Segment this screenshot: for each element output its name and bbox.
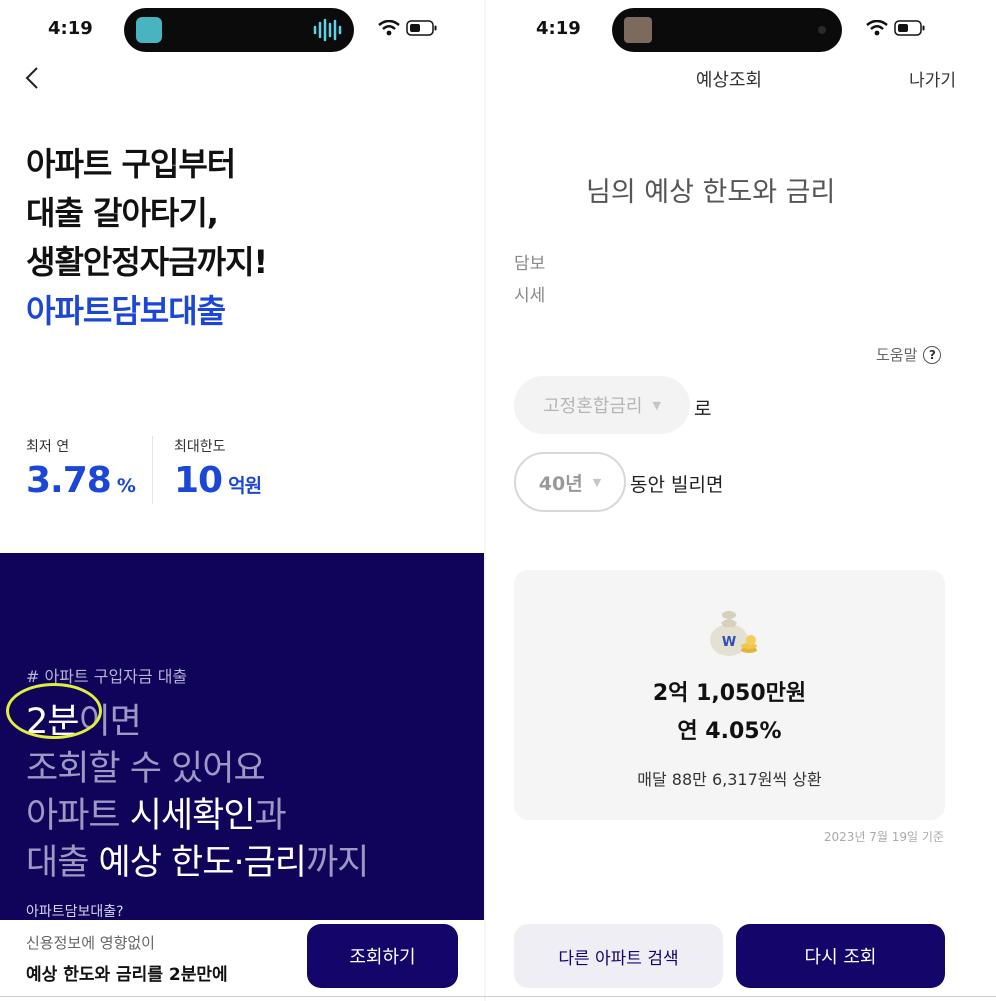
cta-subtext: 신용정보에 영향없이: [26, 934, 155, 952]
back-arrow-icon[interactable]: [22, 66, 44, 90]
promo-line-4-b: 까지: [305, 843, 369, 883]
promo-line-3-b: 과: [254, 796, 287, 836]
max-limit-label: 최대한도: [174, 439, 226, 455]
promo-line-2: 조회할 수 있어요: [26, 749, 266, 789]
highlight-circle-annotation: [6, 683, 102, 739]
max-limit-unit: 억원: [228, 475, 262, 497]
dropdown-caret-icon: ▼: [592, 475, 602, 489]
stat-divider: [152, 436, 153, 504]
result-heading: 님의 예상 한도와 금리: [586, 177, 836, 208]
help-question-icon: ?: [923, 345, 942, 364]
cta-main-text: 예상 한도와 금리를 2분만에: [26, 965, 228, 985]
min-rate-number: 3.78: [26, 460, 112, 501]
max-limit-value: 10 억원: [174, 460, 262, 501]
rate-type-value: 고정혼합금리: [543, 396, 643, 417]
svg-text:W: W: [722, 635, 736, 650]
help-label: 도움말: [876, 346, 918, 364]
market-price-label: 시세: [514, 286, 546, 306]
result-monthly-payment: 매달 88만 6,317원씩 상환: [637, 770, 822, 789]
result-card: W 2억 1,050만원 연 4.05% 매달 88만 6,317원씩 상환: [514, 570, 945, 820]
status-time: 4:19: [48, 18, 93, 39]
min-rate-label: 최저 연: [26, 439, 70, 455]
promo-line-4-a: 대출: [26, 843, 99, 883]
hero-product-name: 아파트담보대출: [26, 292, 226, 330]
status-time: 4:19: [536, 18, 581, 39]
battery-icon: [894, 20, 925, 36]
dynamic-island: [612, 8, 842, 52]
money-bag-icon: W: [710, 611, 757, 656]
left-screen: 4:19 아파트 구입부터 대출 갈아타기, 생활안정자금까지! 아파트담보대출…: [0, 0, 484, 1001]
result-amount: 2억 1,050만원: [652, 681, 807, 706]
frame-bottom-border: [0, 996, 996, 997]
hero-line-2: 대출 갈아타기,: [26, 194, 219, 232]
min-rate-unit: %: [116, 475, 136, 497]
loan-term-select[interactable]: 40년 ▼: [514, 452, 626, 512]
promo-line-3-highlight: 시세확인: [129, 796, 256, 836]
term-suffix: 동안 빌리면: [630, 474, 724, 496]
max-limit-number: 10: [174, 460, 223, 501]
page-title: 예상조회: [695, 70, 763, 91]
exit-button[interactable]: 나가기: [909, 66, 956, 91]
rate-type-select[interactable]: 고정혼합금리 ▼: [514, 376, 690, 434]
promo-line-3: 아파트 시세확인과: [26, 793, 368, 840]
rate-suffix: 로: [694, 398, 712, 420]
result-rate: 연 4.05%: [677, 719, 782, 744]
search-other-apartment-button[interactable]: 다른 아파트 검색: [514, 924, 723, 988]
inquiry-button[interactable]: 조회하기: [307, 924, 458, 988]
dropdown-caret-icon: ▼: [652, 398, 661, 412]
promo-cut-text: 아파트담보대출?: [26, 904, 124, 920]
as-of-date: 2023년 7월 19일 기준: [823, 830, 944, 844]
promo-line-4-highlight: 예상 한도·금리: [98, 843, 307, 883]
hero-line-1: 아파트 구입부터: [26, 145, 236, 183]
audio-wave-icon: [313, 18, 342, 42]
hero-headline: 아파트 구입부터 대출 갈아타기, 생활안정자금까지! 아파트담보대출: [26, 140, 268, 336]
app-activity-icon: [136, 17, 162, 43]
retry-inquiry-button[interactable]: 다시 조회: [736, 924, 945, 988]
battery-icon: [406, 20, 437, 36]
collateral-label: 담보: [514, 254, 546, 274]
app-activity-icon: [624, 17, 652, 43]
promo-line-3-a: 아파트: [26, 796, 130, 836]
min-rate-value: 3.78%: [26, 460, 136, 501]
loan-term-value: 40년: [538, 472, 583, 495]
recording-dot-icon: [818, 26, 826, 34]
wifi-icon: [378, 20, 400, 36]
right-screen: 4:19 예상조회 나가기 님의 예상 한도와 금리 담보 시세 도움말 ? 고…: [486, 0, 996, 1001]
help-link[interactable]: 도움말 ?: [876, 344, 942, 365]
dynamic-island: [124, 8, 354, 52]
promo-line-4: 대출 예상 한도·금리까지: [26, 840, 369, 887]
wifi-icon: [866, 20, 888, 36]
hero-line-3: 생활안정자금까지!: [26, 243, 268, 281]
